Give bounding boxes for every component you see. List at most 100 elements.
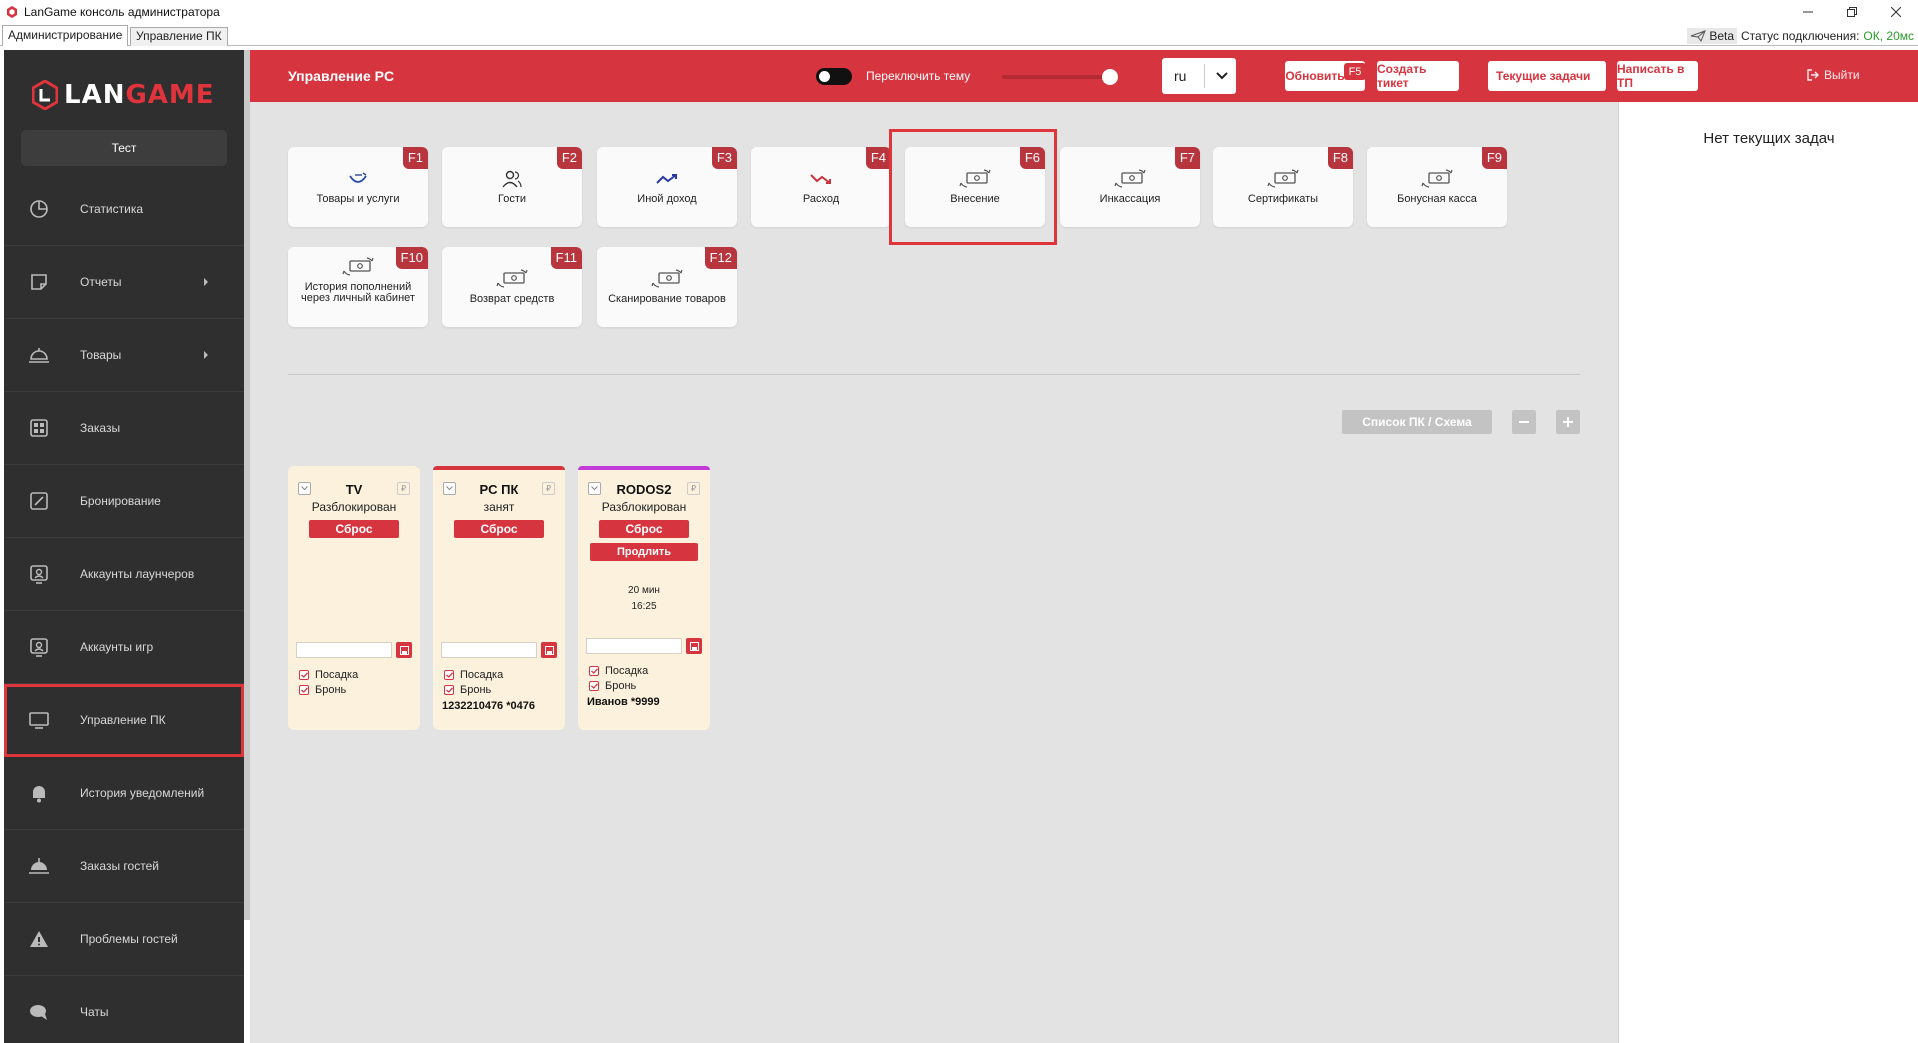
save-icon	[544, 645, 554, 655]
bowl-icon	[347, 169, 369, 189]
seat-checkbox-row[interactable]: Посадка	[299, 669, 358, 681]
seat-checkbox[interactable]	[589, 666, 599, 676]
save-note-button[interactable]	[541, 642, 557, 658]
reset-button[interactable]: Сброс	[454, 520, 544, 538]
tab-pc-management[interactable]: Управление ПК	[130, 27, 228, 46]
reset-button[interactable]: Сброс	[309, 520, 399, 538]
pc-name: TV	[345, 482, 363, 497]
sidebar-item-reports[interactable]: Отчеты	[4, 246, 244, 319]
chevron-right-icon	[204, 351, 208, 359]
action-label: Бонусная касса	[1397, 193, 1477, 205]
sidebar-item-launcher-accounts[interactable]: Аккаунты лаунчеров	[4, 538, 244, 611]
pc-card-rodos2[interactable]: ₽ RODOS2 Разблокирован Сброс Продлить 20…	[578, 466, 710, 730]
theme-toggle[interactable]	[816, 68, 852, 85]
booking-checkbox-row[interactable]: Бронь	[299, 684, 346, 696]
save-icon	[689, 641, 699, 651]
trend-down-icon	[810, 169, 832, 189]
booking-checkbox[interactable]	[589, 681, 599, 691]
restore-button[interactable]	[1830, 0, 1874, 24]
logout-button[interactable]: Выйти	[1807, 68, 1860, 82]
sidebar-item-game-accounts[interactable]: Аккаунты игр	[4, 611, 244, 684]
minimize-icon	[1803, 11, 1813, 13]
language-select[interactable]: ru	[1162, 58, 1236, 94]
connection-value: ОК, 20мс	[1863, 29, 1914, 43]
extend-button[interactable]: Продлить	[590, 543, 698, 561]
cloche-icon	[28, 855, 50, 877]
langame-logo: LANGAME	[32, 78, 215, 112]
booking-checkbox[interactable]	[299, 685, 309, 695]
booking-label: Бронь	[605, 680, 637, 692]
action-expense[interactable]: Расход F4	[751, 147, 891, 227]
action-refund[interactable]: Возврат средств F11	[442, 247, 582, 327]
seat-label: Посадка	[605, 665, 649, 677]
chat-icon	[28, 1001, 50, 1023]
write-support-button[interactable]: Написать в ТП	[1617, 61, 1698, 91]
reset-button[interactable]: Сброс	[599, 520, 689, 538]
sidebar-item-orders[interactable]: Заказы	[4, 392, 244, 465]
session-until: 16:25	[631, 601, 657, 612]
save-note-button[interactable]	[686, 638, 702, 654]
pc-card-tv[interactable]: ₽ TV Разблокирован Сброс Посадка Бронь	[288, 466, 420, 730]
sidebar-item-goods[interactable]: Товары	[4, 319, 244, 392]
tasks-panel: Нет текущих задач	[1618, 102, 1918, 1043]
monitor-icon	[28, 709, 50, 731]
sidebar-item-statistics[interactable]: Статистика	[4, 173, 244, 246]
sidebar-item-label: История уведомлений	[80, 786, 205, 800]
pc-note-input[interactable]	[441, 642, 537, 658]
seat-checkbox-row[interactable]: Посадка	[589, 665, 648, 677]
seat-label: Посадка	[315, 669, 359, 681]
seat-checkbox[interactable]	[299, 670, 309, 680]
sidebar-item-pc-management[interactable]: Управление ПК	[4, 684, 244, 757]
view-toggle-button[interactable]: Список ПК / Схема	[1342, 410, 1492, 434]
create-ticket-button[interactable]: Создать тикет	[1377, 61, 1459, 91]
hotkey-badge: F12	[704, 247, 737, 269]
hotkey-badge: F10	[395, 247, 428, 269]
zoom-out-button[interactable]	[1512, 410, 1536, 434]
sidebar-item-chats[interactable]: Чаты	[4, 976, 244, 1043]
sidebar-item-guest-problems[interactable]: Проблемы гостей	[4, 903, 244, 976]
pc-note-input[interactable]	[586, 638, 682, 654]
booking-checkbox-row[interactable]: Бронь	[589, 680, 636, 692]
refresh-label: Обновить	[1285, 69, 1345, 83]
pc-name: PC ПК	[479, 482, 519, 497]
zoom-in-button[interactable]	[1556, 410, 1580, 434]
action-collection[interactable]: Инкассация F7	[1060, 147, 1200, 227]
action-scan-goods[interactable]: Сканирование товаров F12	[597, 247, 737, 327]
booking-checkbox[interactable]	[444, 685, 454, 695]
pc-status-strip	[433, 466, 565, 470]
sidebar-item-booking[interactable]: Бронирование	[4, 465, 244, 538]
slider-thumb[interactable]	[1102, 69, 1118, 85]
action-goods-services[interactable]: Товары и услуги F1	[288, 147, 428, 227]
sidebar-item-guest-orders[interactable]: Заказы гостей	[4, 830, 244, 903]
pc-card-pc[interactable]: ₽ PC ПК занят Сброс Посадка Бронь 123221…	[433, 466, 565, 730]
brightness-slider[interactable]	[1002, 69, 1118, 85]
logout-label: Выйти	[1824, 68, 1860, 82]
tab-administration[interactable]: Администрирование	[2, 25, 129, 46]
sidebar-item-label: Управление ПК	[80, 713, 166, 727]
minimize-button[interactable]	[1786, 0, 1830, 24]
action-guests[interactable]: Гости F2	[442, 147, 582, 227]
save-note-button[interactable]	[396, 642, 412, 658]
pc-status: Разблокирован	[601, 500, 687, 514]
pc-note-input[interactable]	[296, 642, 392, 658]
hotkey-badge: F4	[865, 147, 891, 169]
minus-icon	[1519, 421, 1529, 423]
seat-checkbox[interactable]	[444, 670, 454, 680]
toggle-knob	[819, 71, 830, 82]
action-topup-history[interactable]: История пополнений через личный кабинет …	[288, 247, 428, 327]
booking-checkbox-row[interactable]: Бронь	[444, 684, 491, 696]
sidebar-item-notification-history[interactable]: История уведомлений	[4, 757, 244, 830]
action-bonus-cash[interactable]: Бонусная касса F9	[1367, 147, 1507, 227]
hotkey-badge: F3	[711, 147, 737, 169]
close-button[interactable]	[1874, 0, 1918, 24]
beta-label: Beta	[1709, 29, 1735, 43]
top-header: Управление PC Переключить тему ru Обнови…	[250, 50, 1918, 102]
action-certificates[interactable]: Сертификаты F8	[1213, 147, 1353, 227]
cash-exchange-icon	[495, 269, 529, 289]
seat-checkbox-row[interactable]: Посадка	[444, 669, 503, 681]
profile-button[interactable]: Тест	[21, 130, 227, 166]
current-tasks-button[interactable]: Текущие задачи	[1488, 61, 1606, 91]
action-label: Инкассация	[1099, 193, 1161, 205]
action-label: Товары и услуги	[316, 193, 400, 205]
action-other-income[interactable]: Иной доход F3	[597, 147, 737, 227]
